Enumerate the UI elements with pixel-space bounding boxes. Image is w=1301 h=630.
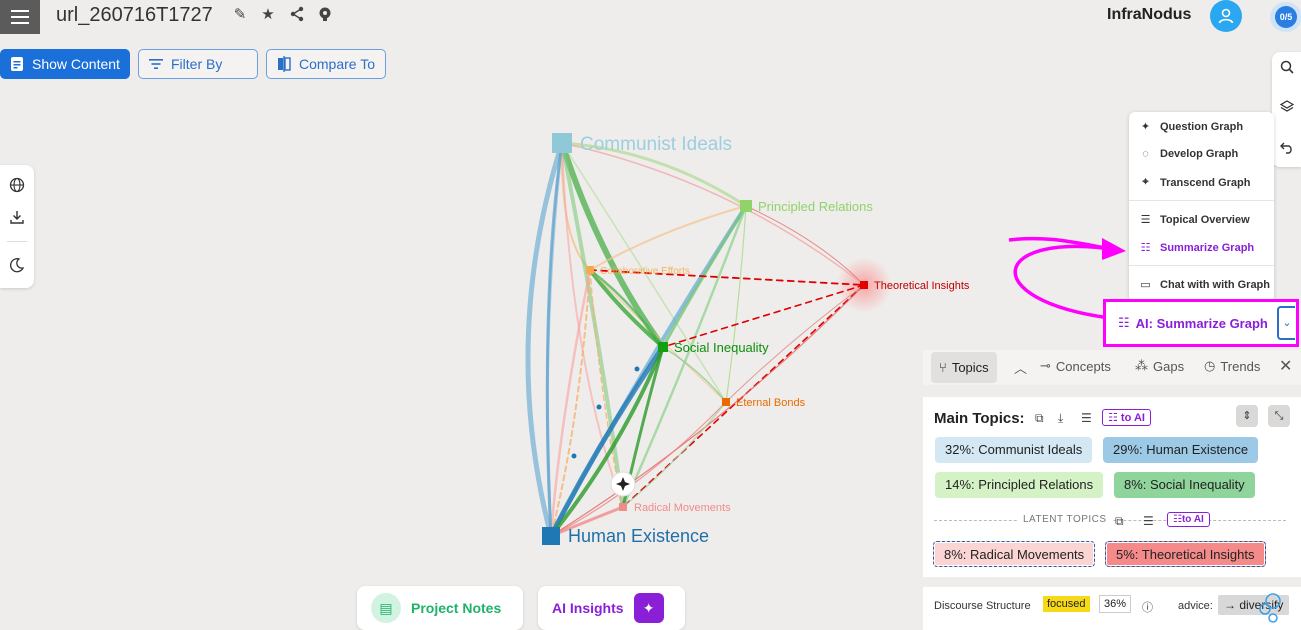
- list-icon: ☰: [1140, 214, 1151, 226]
- copy-icon[interactable]: ⧉: [1115, 514, 1124, 529]
- topic-chip[interactable]: 8%: Social Inequality: [1114, 472, 1255, 498]
- concepts-icon: ⊸: [1040, 358, 1051, 373]
- label-theoretical-insights: Theoretical Insights: [874, 280, 970, 292]
- node-principled-relations[interactable]: [740, 200, 752, 212]
- tab-trends[interactable]: ◷ Trends: [1204, 358, 1260, 374]
- node-social-inequality[interactable]: [658, 342, 668, 352]
- label-human-existence: Human Existence: [568, 526, 709, 546]
- discourse-state-badge[interactable]: focused: [1043, 596, 1090, 612]
- topics-panel: Main Topics: ⧉ ⤓ ☰ ☷ to AI ⇕ ⤡ 32%: Comm…: [923, 397, 1301, 577]
- menu-topical-overview[interactable]: ☰ Topical Overview: [1139, 213, 1250, 227]
- ai-summarize-graph-button[interactable]: ☷ AI: Summarize Graph ⌄: [1103, 299, 1299, 347]
- summary-list-icon: ☷: [1118, 315, 1130, 330]
- menu-chat-with-graph[interactable]: ▭ Chat with with Graph: [1139, 278, 1270, 292]
- ai-insights-button[interactable]: AI Insights ✦: [538, 586, 685, 630]
- tab-topics[interactable]: ⑂ Topics: [931, 352, 997, 383]
- label-social-inequality: Social Inequality: [674, 340, 769, 355]
- label-principled-relations: Principled Relations: [758, 199, 873, 214]
- topics-icon: ⑂: [939, 360, 947, 375]
- summary-list-icon: ☷: [1140, 242, 1151, 254]
- node-eternal-bonds[interactable]: [722, 398, 730, 406]
- sparkle-icon: ✦: [633, 593, 664, 623]
- node-theoretical-insights[interactable]: [860, 281, 868, 289]
- topics-to-ai-button[interactable]: ☷ to AI: [1102, 409, 1151, 426]
- sparkle-icon: ✦: [1140, 121, 1151, 133]
- main-topics-title: Main Topics:: [934, 410, 1025, 427]
- expand-icon[interactable]: ⇕: [1236, 405, 1258, 427]
- topic-chip[interactable]: 29%: Human Existence: [1103, 437, 1259, 463]
- info-icon[interactable]: ⓘ: [1142, 599, 1153, 615]
- menu-question-graph[interactable]: ✦ Question Graph: [1139, 120, 1243, 134]
- node-communist-ideals[interactable]: [552, 133, 572, 153]
- topic-chip[interactable]: 14%: Principled Relations: [935, 472, 1104, 498]
- graph-ai-sparkle-button[interactable]: [610, 471, 636, 497]
- discourse-structure-bar: Discourse Structure focused 36% ⓘ advice…: [923, 587, 1301, 630]
- label-eternal-bonds: Eternal Bonds: [736, 397, 806, 409]
- sort-icon[interactable]: ☰: [1143, 514, 1154, 528]
- sort-icon[interactable]: ☰: [1081, 411, 1092, 425]
- clipboard-icon: ▤: [371, 593, 401, 623]
- ai-actions-menu: ✦ Question Graph ◌ Develop Graph ⌖ Transcen…: [1129, 112, 1274, 302]
- collapse-icon[interactable]: ⤡: [1268, 405, 1290, 427]
- latent-topics-label: LATENT TOPICS: [1018, 514, 1112, 525]
- latent-topic-chip[interactable]: 5%: Theoretical Insights: [1105, 541, 1266, 567]
- menu-summarize-graph[interactable]: ☷ Summarize Graph: [1139, 241, 1255, 255]
- latent-topic-chip[interactable]: 8%: Radical Movements: [933, 541, 1096, 567]
- label-collaborative-efforts: Collaborative Efforts: [600, 266, 690, 277]
- discourse-percent: 36%: [1099, 595, 1132, 613]
- label-radical-movements: Radical Movements: [634, 502, 731, 514]
- advice-label: advice:: [1178, 600, 1213, 612]
- copy-icon[interactable]: ⧉: [1035, 411, 1044, 426]
- node-radical-movements[interactable]: [619, 503, 627, 511]
- menu-transcend-graph[interactable]: ⌖ Transcend Graph: [1139, 176, 1250, 189]
- chevron-down-icon[interactable]: ⌄: [1277, 306, 1295, 340]
- analysis-tabs: ⑂ Topics ︿ ⊸ Concepts ⁂ Gaps ◷ Trends ✕: [923, 350, 1301, 385]
- discourse-label: Discourse Structure: [934, 600, 1031, 612]
- chat-icon: ▭: [1140, 279, 1151, 291]
- node-human-existence[interactable]: [542, 527, 560, 545]
- menu-develop-graph[interactable]: ◌ Develop Graph: [1139, 148, 1238, 160]
- topic-chip[interactable]: 32%: Communist Ideals: [935, 437, 1093, 463]
- telescope-icon: ⌖: [1142, 176, 1149, 188]
- label-communist-ideals: Communist Ideals: [580, 134, 732, 155]
- gaps-icon: ⁂: [1135, 358, 1148, 373]
- tab-gaps[interactable]: ⁂ Gaps: [1135, 358, 1184, 374]
- lightbulb-icon: ◌: [1142, 148, 1149, 160]
- close-icon[interactable]: ✕: [1279, 356, 1292, 376]
- bubbles-icon: [1259, 593, 1281, 623]
- latent-to-ai-button[interactable]: ☷to AI: [1167, 512, 1210, 527]
- history-icon: ◷: [1204, 358, 1216, 373]
- tab-concepts[interactable]: ⊸ Concepts: [1040, 358, 1111, 374]
- download-icon[interactable]: ⤓: [1058, 411, 1063, 426]
- node-collaborative-efforts[interactable]: [586, 266, 594, 274]
- project-notes-button[interactable]: ▤ Project Notes: [357, 586, 523, 630]
- collapse-chevron-icon[interactable]: ︿: [1014, 358, 1027, 377]
